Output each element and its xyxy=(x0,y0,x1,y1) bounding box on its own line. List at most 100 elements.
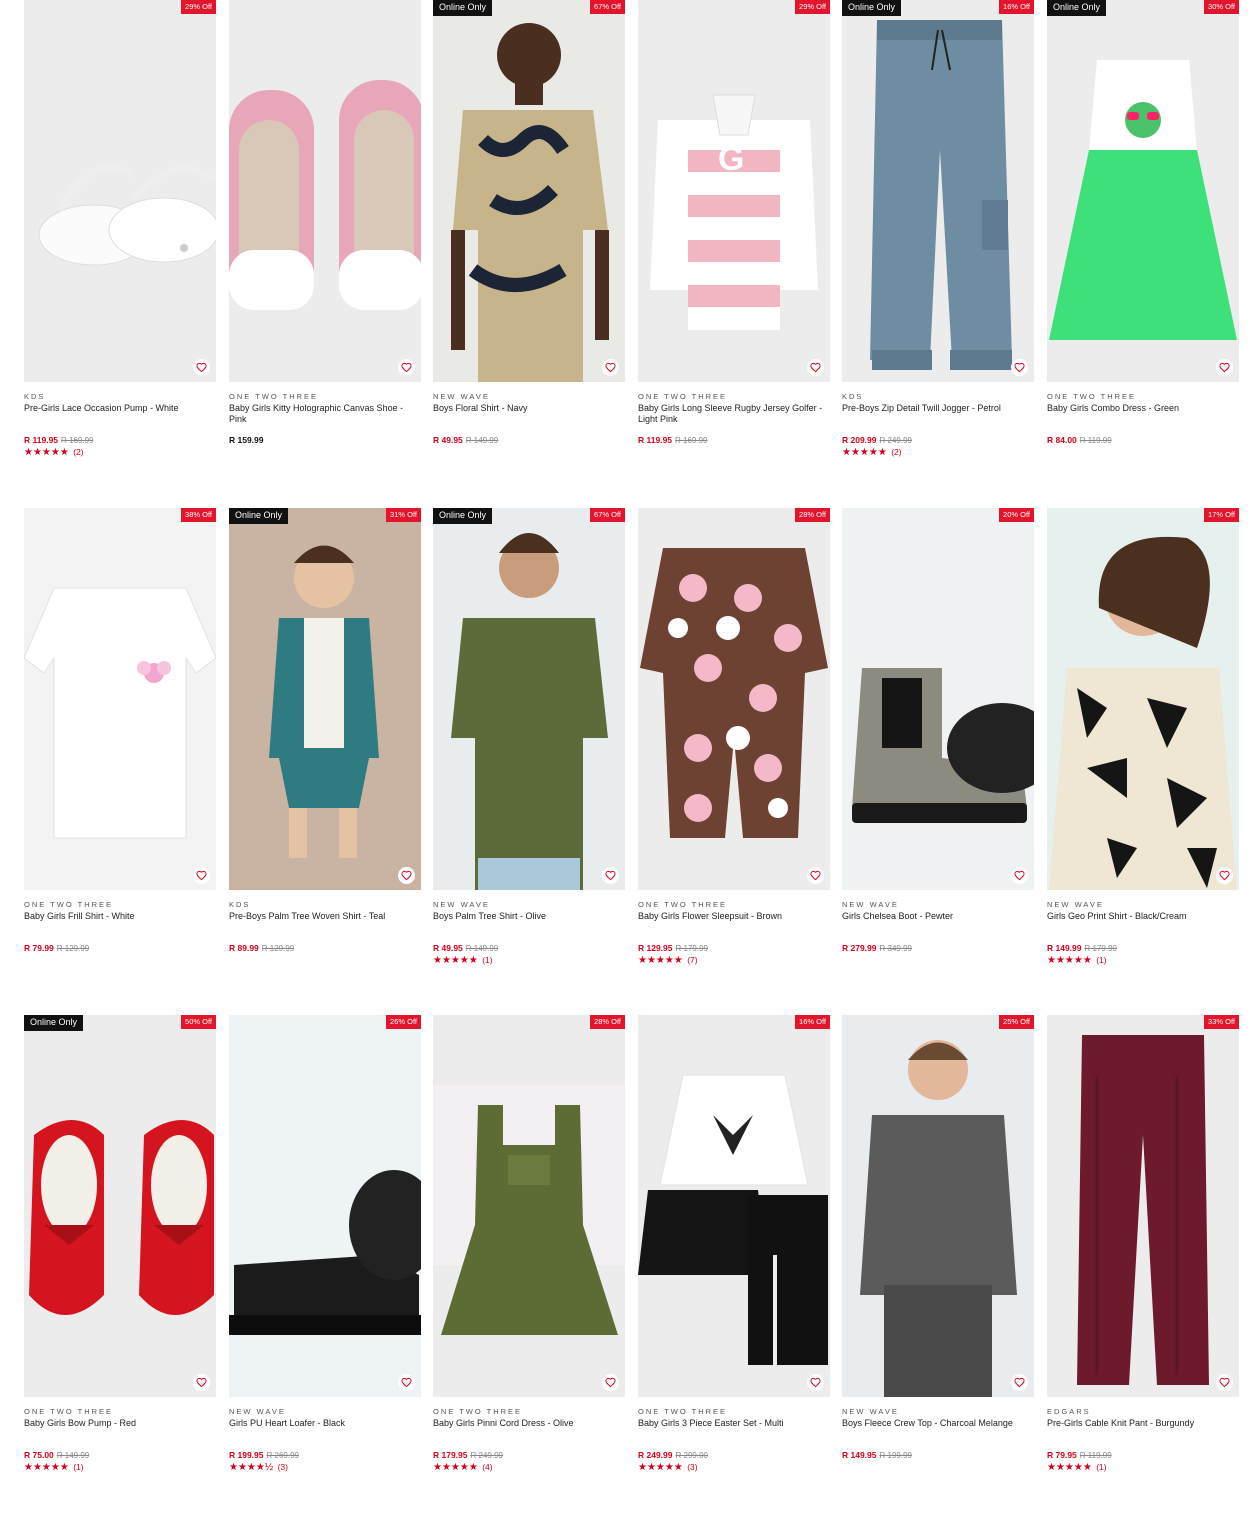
wishlist-heart-icon[interactable] xyxy=(807,1374,824,1391)
product-name[interactable]: Girls PU Heart Loafer - Black xyxy=(229,1418,421,1440)
product-card[interactable]: 16% Off ONE TWO THREE Baby Girls 3 Piece E… xyxy=(638,1015,830,1473)
wishlist-heart-icon[interactable] xyxy=(602,867,619,884)
price-row: R 49.95 R 149.99 xyxy=(433,943,625,954)
original-price: R 149.99 xyxy=(465,944,499,953)
product-card[interactable]: 28% Off ONE TWO THREE Baby Girls Flower Sl… xyxy=(638,508,830,966)
product-image[interactable]: 26% Off xyxy=(229,1015,421,1397)
product-name[interactable]: Girls Chelsea Boot - Pewter xyxy=(842,911,1034,933)
discount-badge: 33% Off xyxy=(1204,1015,1239,1029)
wishlist-heart-icon[interactable] xyxy=(807,359,824,376)
product-image[interactable]: G 29% Off xyxy=(638,0,830,382)
product-name[interactable]: Baby Girls Frill Shirt - White xyxy=(24,911,216,933)
product-name[interactable]: Baby Girls Flower Sleepsuit - Brown xyxy=(638,911,830,933)
rating-row[interactable]: ★★★★★ (4) xyxy=(433,1462,625,1473)
rating-row[interactable]: ★★★★★ (1) xyxy=(1047,955,1239,966)
product-name[interactable]: Baby Girls Combo Dress - Green xyxy=(1047,403,1239,425)
wishlist-heart-icon[interactable] xyxy=(1011,867,1028,884)
product-card[interactable]: 38% Off ONE TWO THREE Baby Girls Frill Shi… xyxy=(24,508,216,954)
price-row: R 129.95 R 179.99 xyxy=(638,943,830,954)
product-name[interactable]: Baby Girls Pinni Cord Dress - Olive xyxy=(433,1418,625,1440)
original-price: R 179.99 xyxy=(675,944,708,953)
product-image[interactable]: 17% Off xyxy=(1047,508,1239,890)
product-name[interactable]: Boys Palm Tree Shirt - Olive xyxy=(433,911,625,933)
rating-row[interactable]: ★★★★★ (7) xyxy=(638,955,830,966)
sale-price: R 129.95 xyxy=(638,943,673,953)
product-card[interactable]: 33% Off EDGARS Pre-Girls Cable Knit Pant -… xyxy=(1047,1015,1239,1473)
wishlist-heart-icon[interactable] xyxy=(1216,867,1233,884)
product-card[interactable]: 29% Off KDS Pre-Girls Lace Occasion Pump -… xyxy=(24,0,216,458)
discount-badge: 30% Off xyxy=(1204,0,1239,14)
product-photo xyxy=(1049,536,1237,890)
product-card[interactable]: Online Only 16% Off KDS Pre-Boys Zip Detail… xyxy=(842,0,1034,458)
discount-badge: 50% Off xyxy=(181,1015,216,1029)
rating-row[interactable]: ★★★★★ (1) xyxy=(433,955,625,966)
product-name[interactable]: Pre-Boys Zip Detail Twill Jogger - Petro… xyxy=(842,403,1034,425)
product-name[interactable]: Pre-Girls Cable Knit Pant - Burgundy xyxy=(1047,1418,1239,1440)
product-image[interactable]: Online Only 50% Off xyxy=(24,1015,216,1397)
product-name[interactable]: Baby Girls Kitty Holographic Canvas Shoe… xyxy=(229,403,421,425)
product-image[interactable]: Online Only 67% Off xyxy=(433,0,625,382)
rating-row[interactable]: ★★★★★ (2) xyxy=(24,447,216,458)
sale-price: R 249.99 xyxy=(638,1450,673,1460)
rating-row[interactable]: ★★★★½ (3) xyxy=(229,1462,421,1473)
product-card[interactable]: Online Only 30% Off ONE TWO THREE Baby Girl… xyxy=(1047,0,1239,446)
product-image[interactable]: 33% Off xyxy=(1047,1015,1239,1397)
product-name[interactable]: Pre-Girls Lace Occasion Pump - White xyxy=(24,403,216,425)
price-row: R 49.95 R 149.99 xyxy=(433,435,625,446)
wishlist-heart-icon[interactable] xyxy=(193,1374,210,1391)
product-name[interactable]: Boys Fleece Crew Top - Charcoal Melange xyxy=(842,1418,1034,1440)
product-image[interactable]: Online Only 31% Off xyxy=(229,508,421,890)
product-image[interactable]: Online Only 30% Off xyxy=(1047,0,1239,382)
product-photo xyxy=(1077,1035,1209,1385)
product-name[interactable]: Baby Girls 3 Piece Easter Set - Multi xyxy=(638,1418,830,1440)
price-row: R 149.95 R 199.99 xyxy=(842,1450,1034,1461)
rating-row[interactable]: ★★★★★ (1) xyxy=(24,1462,216,1473)
rating-row[interactable]: ★★★★★ (1) xyxy=(1047,1462,1239,1473)
product-name[interactable]: Girls Geo Print Shirt - Black/Cream xyxy=(1047,911,1239,933)
wishlist-heart-icon[interactable] xyxy=(1216,359,1233,376)
product-name[interactable]: Baby Girls Bow Pump - Red xyxy=(24,1418,216,1440)
wishlist-heart-icon[interactable] xyxy=(602,1374,619,1391)
wishlist-heart-icon[interactable] xyxy=(807,867,824,884)
product-name[interactable]: Pre-Boys Palm Tree Woven Shirt - Teal xyxy=(229,911,421,933)
wishlist-heart-icon[interactable] xyxy=(602,359,619,376)
wishlist-heart-icon[interactable] xyxy=(1011,359,1028,376)
product-brand: ONE TWO THREE xyxy=(229,392,319,401)
product-image[interactable]: 25% Off xyxy=(842,1015,1034,1397)
product-card[interactable]: Online Only 50% Off ONE TWO THREE Baby Girl… xyxy=(24,1015,216,1473)
product-brand: NEW WAVE xyxy=(1047,900,1104,909)
product-image[interactable]: 38% Off xyxy=(24,508,216,890)
product-image[interactable]: Online Only 67% Off xyxy=(433,508,625,890)
product-card[interactable]: 26% Off NEW WAVE Girls PU Heart Loafer - B… xyxy=(229,1015,421,1473)
product-name[interactable]: Baby Girls Long Sleeve Rugby Jersey Golf… xyxy=(638,403,830,425)
review-count: (3) xyxy=(277,1462,288,1472)
wishlist-heart-icon[interactable] xyxy=(193,359,210,376)
product-card[interactable]: 25% Off NEW WAVE Boys Fleece Crew Top - Ch… xyxy=(842,1015,1034,1461)
wishlist-heart-icon[interactable] xyxy=(1011,1374,1028,1391)
product-card[interactable]: ONE TWO THREE Baby Girls Kitty Holographi… xyxy=(229,0,421,445)
product-card[interactable]: 17% Off NEW WAVE Girls Geo Print Shirt - B… xyxy=(1047,508,1239,966)
wishlist-heart-icon[interactable] xyxy=(398,867,415,884)
product-card[interactable]: 20% Off NEW WAVE Girls Chelsea Boot - Pewt… xyxy=(842,508,1034,954)
product-image[interactable]: Online Only 16% Off xyxy=(842,0,1034,382)
product-image[interactable]: 20% Off xyxy=(842,508,1034,890)
wishlist-heart-icon[interactable] xyxy=(1216,1374,1233,1391)
rating-row[interactable]: ★★★★★ (3) xyxy=(638,1462,830,1473)
product-image[interactable] xyxy=(229,0,421,382)
product-name[interactable]: Boys Floral Shirt - Navy xyxy=(433,403,625,425)
product-card[interactable]: G 29% Off ONE TWO THREE Baby Girls Long Sle… xyxy=(638,0,830,446)
product-card[interactable]: Online Only 67% Off NEW WAVE Boys Floral Sh… xyxy=(433,0,625,446)
product-card[interactable]: Online Only 67% Off NEW WAVE Boys Palm Tree… xyxy=(433,508,625,966)
product-image[interactable]: 29% Off xyxy=(24,0,216,382)
product-card[interactable]: Online Only 31% Off KDS Pre-Boys Palm Tree … xyxy=(229,508,421,954)
product-image[interactable]: 16% Off xyxy=(638,1015,830,1397)
wishlist-heart-icon[interactable] xyxy=(398,1374,415,1391)
product-image[interactable]: 28% Off xyxy=(638,508,830,890)
wishlist-heart-icon[interactable] xyxy=(193,867,210,884)
product-photo xyxy=(860,1040,1017,1397)
wishlist-heart-icon[interactable] xyxy=(398,359,415,376)
product-card[interactable]: 28% Off ONE TWO THREE Baby Girls Pinni Cor… xyxy=(433,1015,625,1473)
price-row: R 249.99 R 299.00 xyxy=(638,1450,830,1461)
rating-row[interactable]: ★★★★★ (2) xyxy=(842,447,1034,458)
product-image[interactable]: 28% Off xyxy=(433,1015,625,1397)
